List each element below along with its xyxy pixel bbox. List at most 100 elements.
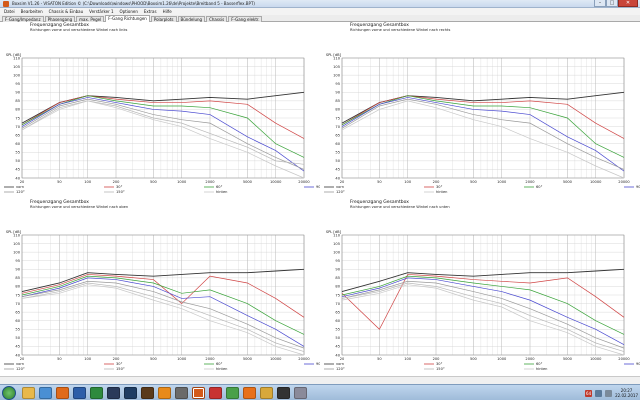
menu-extras[interactable]: Extras [144,8,157,15]
y-tick-label: 50 [15,336,20,340]
x-tick-label: 50 [57,180,62,184]
folder-icon[interactable] [260,387,273,399]
photoshop-icon[interactable] [124,387,137,399]
x-tick-label: 200 [113,357,121,361]
y-tick-label: 55 [335,151,340,155]
x-tick-label: 10000 [270,180,282,184]
y-tick-label: 45 [335,345,340,349]
y-axis-label: SPL [dB] [6,230,22,234]
legend-label: 150° [116,190,125,194]
y-tick-label: 105 [333,65,340,69]
series-line [21,282,305,352]
y-tick-label: 75 [335,293,340,297]
clock-date[interactable]: 22.02.2017 [615,393,638,398]
minimize-button[interactable]: – [594,0,606,7]
y-tick-label: 90 [335,268,340,272]
legend-label: 30° [116,362,123,366]
legend-label: hinten [536,367,547,371]
y-tick-label: 100 [333,73,341,77]
calculator-icon[interactable] [175,387,188,399]
y-tick-label: 95 [15,259,20,263]
boxsim-window: Boxsim V1.26 - VISATON Edition © (C:\Dow… [0,0,640,400]
x-tick-label: 20000 [298,357,310,361]
y-tick-label: 70 [15,125,20,129]
volume-icon[interactable] [605,389,613,397]
window-title: Boxsim V1.26 - VISATON Edition © (C:\Dow… [12,1,255,6]
x-tick-label: 20 [340,180,345,184]
y-tick-label: 85 [15,99,20,103]
menu-hilfe[interactable]: Hilfe [163,8,172,15]
x-tick-label: 20 [20,357,25,361]
legend-label: 60° [536,185,543,189]
legend-label: 30° [436,362,443,366]
series-line [341,282,625,352]
chrome-icon[interactable] [39,387,52,399]
y-tick-label: 45 [15,345,20,349]
legend-label: vorn [336,362,344,366]
y-tick-label: 100 [333,250,341,254]
terminal-icon[interactable] [277,387,290,399]
y-tick-label: 90 [335,91,340,95]
pdf-icon[interactable] [209,387,222,399]
chart-panel-oben: 40 45 50 55 60 65 70 75 80 85 90 95 100 105 110 20 50 100… [0,199,320,376]
lightroom-icon[interactable] [107,387,120,399]
chart-links: 40455055606570758085909510010511020 50 100… [4,53,320,194]
y-tick-label: 65 [15,133,20,137]
y-tick-label: 70 [335,302,340,306]
y-tick-label: 105 [333,242,340,246]
menu-optionen[interactable]: Optionen [120,8,138,15]
maximize-button[interactable]: □ [606,0,618,7]
paint-icon[interactable] [226,387,239,399]
x-tick-label: 5000 [243,357,253,361]
network-icon[interactable] [595,389,603,397]
x-tick-label: 5000 [243,180,253,184]
chart-panel-rechts: 40 45 50 55 60 65 70 75 80 85 90 95 100 105 110 20 50 100… [320,22,640,199]
word-icon[interactable] [73,387,86,399]
x-tick-label: 5000 [563,357,573,361]
settings-icon[interactable] [294,387,307,399]
status-bar: Berechnung war erfolgreich. [0,376,640,393]
excel-icon[interactable] [90,387,103,399]
illustrator-icon[interactable] [141,387,154,399]
menu-bar: Datei Bearbeiten Chassis & Einbau Verstä… [0,8,640,15]
x-tick-label: 20 [340,357,345,361]
x-tick-label: 20000 [298,180,310,184]
y-tick-label: 80 [335,285,340,289]
y-tick-label: 45 [335,168,340,172]
media-icon[interactable] [56,387,69,399]
firefox-icon[interactable] [243,387,256,399]
series-line [21,100,305,179]
y-axis-label: SPL [dB] [326,230,342,234]
y-tick-label: 100 [13,73,21,77]
series-line [341,274,625,330]
menu-chassis-einbau[interactable]: Chassis & Einbau [49,8,84,15]
x-tick-label: 100 [84,357,92,361]
x-tick-label: 50 [57,357,62,361]
close-button[interactable]: ✕ [618,0,638,7]
legend-label: hinten [216,190,227,194]
series-line [341,95,625,139]
x-tick-label: 2000 [525,357,535,361]
x-tick-label: 1000 [497,357,507,361]
vlc-icon[interactable] [158,387,171,399]
y-tick-label: 70 [15,302,20,306]
menu-datei[interactable]: Datei [4,8,15,15]
tab-fgang-richtungen[interactable]: F-Gang Richtungen [105,15,150,22]
y-tick-label: 75 [15,116,20,120]
chart-subtitle: Richtungen vorne und verschiedene Winkel… [350,28,451,32]
explorer-icon[interactable] [22,387,35,399]
start-button[interactable] [2,386,16,400]
menu-verstaerker[interactable]: Verstärker 1 [89,8,113,15]
x-tick-label: 100 [404,357,412,361]
menu-bearbeiten[interactable]: Bearbeiten [21,8,43,15]
chart-panel-links: 40 45 50 55 60 65 70 75 80 85 90 95 100 105 110 20 50 100… [0,22,320,199]
boxsim-icon[interactable] [192,387,205,399]
x-tick-label: 2000 [205,180,215,184]
x-tick-label: 500 [150,357,158,361]
title-bar[interactable]: Boxsim V1.26 - VISATON Edition © (C:\Dow… [0,0,640,8]
tray-badge[interactable]: 64 [585,389,593,397]
legend-label: 120° [16,367,25,371]
series-line [21,100,305,165]
y-axis-label: SPL [dB] [6,53,22,57]
x-tick-label: 500 [470,180,478,184]
